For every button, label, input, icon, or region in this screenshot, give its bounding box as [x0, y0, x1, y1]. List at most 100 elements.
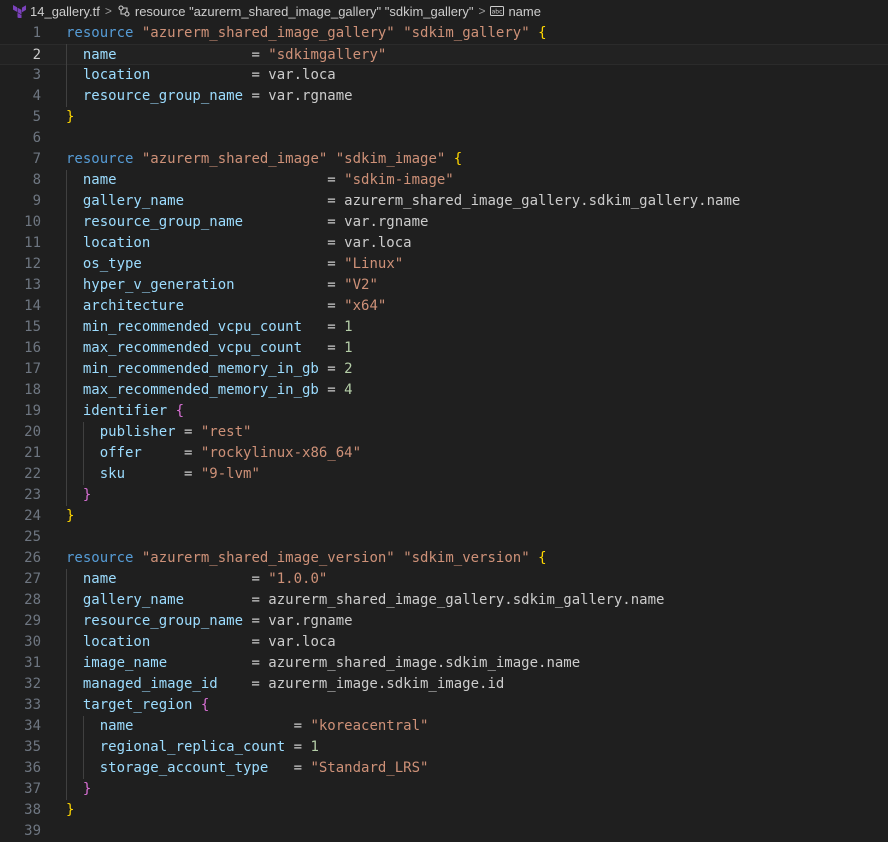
- code-line[interactable]: 13 hyper_v_generation = "V2": [0, 275, 888, 296]
- code-line[interactable]: 14 architecture = "x64": [0, 296, 888, 317]
- line-number: 14: [24, 298, 41, 314]
- code-line[interactable]: 1 resource "azurerm_shared_image_gallery"…: [0, 23, 888, 44]
- code-line[interactable]: 35 regional_replica_count = 1: [0, 737, 888, 758]
- code-token: 1: [310, 739, 319, 755]
- code-line[interactable]: 19 identifier {: [0, 401, 888, 422]
- line-number: 22: [24, 466, 41, 482]
- code-line[interactable]: 29 resource_group_name = var.rgname: [0, 611, 888, 632]
- line-number: 32: [24, 676, 41, 692]
- code-line[interactable]: 31 image_name = azurerm_shared_image.sdk…: [0, 653, 888, 674]
- line-number: 4: [32, 88, 41, 104]
- code-text: os_type = "Linux": [66, 254, 403, 275]
- line-number: 2: [32, 47, 41, 63]
- code-editor[interactable]: 1 resource "azurerm_shared_image_gallery"…: [0, 22, 888, 839]
- code-text: min_recommended_memory_in_gb = 2: [66, 359, 353, 380]
- code-line[interactable]: 27 name = "1.0.0": [0, 569, 888, 590]
- indent-guide: [66, 44, 67, 107]
- code-token: }: [66, 109, 75, 125]
- chevron-right-icon: >: [104, 4, 112, 18]
- code-token: "rockylinux-x86_64": [200, 445, 362, 461]
- code-line[interactable]: 6: [0, 128, 888, 149]
- code-token: = var.rgname: [243, 214, 429, 230]
- line-number: 31: [24, 655, 41, 671]
- code-token: =: [268, 760, 311, 776]
- code-line[interactable]: 28 gallery_name = azurerm_shared_image_g…: [0, 590, 888, 611]
- line-number: 12: [24, 256, 41, 272]
- code-text: }: [66, 485, 91, 506]
- code-line[interactable]: 32 managed_image_id = azurerm_image.sdki…: [0, 674, 888, 695]
- code-token: image_name: [82, 655, 168, 671]
- code-line[interactable]: 16 max_recommended_vcpu_count = 1: [0, 338, 888, 359]
- breadcrumb-field[interactable]: abc name: [490, 4, 541, 19]
- code-token: resource_group_name: [82, 613, 244, 629]
- code-line[interactable]: 34 name = "koreacentral": [0, 716, 888, 737]
- code-token: =: [318, 361, 345, 377]
- line-number: 5: [32, 109, 41, 125]
- code-token: = var.loca: [150, 634, 336, 650]
- code-text: }: [66, 506, 74, 527]
- code-line[interactable]: 25: [0, 527, 888, 548]
- code-line[interactable]: 37 }: [0, 779, 888, 800]
- code-line[interactable]: 24}: [0, 506, 888, 527]
- code-token: {: [453, 151, 463, 167]
- code-text: min_recommended_vcpu_count = 1: [66, 317, 353, 338]
- code-token: "sdkim_gallery": [403, 25, 530, 41]
- code-token: sku: [99, 466, 126, 482]
- breadcrumb-file[interactable]: 14_gallery.tf: [12, 4, 100, 19]
- code-text: managed_image_id = azurerm_image.sdkim_i…: [66, 674, 504, 695]
- code-line[interactable]: 5}: [0, 107, 888, 128]
- code-line[interactable]: 20 publisher = "rest": [0, 422, 888, 443]
- code-token: "azurerm_shared_image_version": [141, 550, 395, 566]
- code-line[interactable]: 21 offer = "rockylinux-x86_64": [0, 443, 888, 464]
- code-token: name: [99, 718, 134, 734]
- code-line[interactable]: 30 location = var.loca: [0, 632, 888, 653]
- code-text: location = var.loca: [66, 65, 336, 86]
- code-line[interactable]: 23 }: [0, 485, 888, 506]
- code-line[interactable]: 22 sku = "9-lvm": [0, 464, 888, 485]
- code-line[interactable]: 11 location = var.loca: [0, 233, 888, 254]
- code-text: }: [66, 779, 91, 800]
- code-token: = var.loca: [150, 235, 412, 251]
- code-line[interactable]: 33 target_region {: [0, 695, 888, 716]
- code-line[interactable]: 26 resource "azurerm_shared_image_version…: [0, 548, 888, 569]
- code-line[interactable]: 38}: [0, 800, 888, 821]
- code-token: =: [302, 319, 345, 335]
- code-line[interactable]: 10 resource_group_name = var.rgname: [0, 212, 888, 233]
- line-number: 3: [32, 67, 41, 83]
- breadcrumb-resource[interactable]: resource "azurerm_shared_image_gallery" …: [117, 4, 473, 19]
- code-line[interactable]: 7 resource "azurerm_shared_image" "sdkim_…: [0, 149, 888, 170]
- code-line[interactable]: 9 gallery_name = azurerm_shared_image_ga…: [0, 191, 888, 212]
- code-text: offer = "rockylinux-x86_64": [66, 443, 361, 464]
- indent-guide: [66, 170, 67, 506]
- line-number: 30: [24, 634, 41, 650]
- code-token: "sdkim-image": [344, 172, 454, 188]
- code-line[interactable]: 2 name = "sdkimgallery": [0, 44, 888, 65]
- code-line[interactable]: 15 min_recommended_vcpu_count = 1: [0, 317, 888, 338]
- code-line[interactable]: 4 resource_group_name = var.rgname: [0, 86, 888, 107]
- line-number: 25: [24, 529, 41, 545]
- code-line[interactable]: 36 storage_account_type = "Standard_LRS": [0, 758, 888, 779]
- code-line[interactable]: 8 name = "sdkim-image": [0, 170, 888, 191]
- code-line[interactable]: 17 min_recommended_memory_in_gb = 2: [0, 359, 888, 380]
- breadcrumb-file-label: 14_gallery.tf: [30, 3, 100, 19]
- terraform-icon: [12, 4, 26, 18]
- code-line[interactable]: 18 max_recommended_memory_in_gb = 4: [0, 380, 888, 401]
- code-text: location = var.loca: [66, 233, 412, 254]
- code-token: architecture: [82, 298, 185, 314]
- code-token: max_recommended_memory_in_gb: [82, 382, 319, 398]
- code-line[interactable]: 3 location = var.loca: [0, 65, 888, 86]
- code-token: "1.0.0": [268, 571, 328, 587]
- code-line[interactable]: 12 os_type = "Linux": [0, 254, 888, 275]
